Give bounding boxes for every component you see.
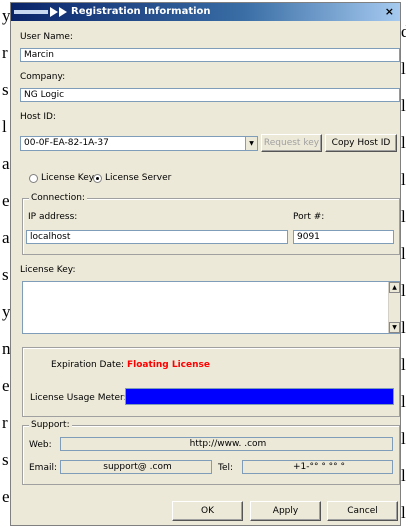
background-glyph: l xyxy=(401,355,406,374)
scroll-up-icon[interactable]: ▲ xyxy=(389,282,400,293)
background-glyph: l xyxy=(401,96,406,115)
close-icon[interactable]: × xyxy=(385,5,394,18)
tel-label: Tel: xyxy=(218,463,234,473)
background-glyph: l xyxy=(401,207,406,226)
user-name-label: User Name: xyxy=(20,32,73,42)
chevron-down-icon[interactable]: ▼ xyxy=(245,137,257,150)
ip-address-label: IP address: xyxy=(28,212,78,222)
support-group: Support: xyxy=(22,420,400,485)
email-field[interactable]: support@ .com xyxy=(60,460,212,474)
cancel-button[interactable]: Cancel xyxy=(327,501,398,521)
license-key-scrollbar[interactable]: ▲ ▼ xyxy=(388,282,400,333)
ip-address-field[interactable]: localhost xyxy=(26,230,288,244)
license-server-radio[interactable] xyxy=(93,174,102,183)
background-glyph: l xyxy=(401,133,406,152)
apply-button[interactable]: Apply xyxy=(250,501,321,521)
license-usage-meter-label: License Usage Meter: xyxy=(30,393,127,403)
background-glyph: l xyxy=(401,429,406,448)
host-id-label: Host ID: xyxy=(20,112,56,122)
email-label: Email: xyxy=(29,463,58,473)
background-glyph: l xyxy=(401,281,406,300)
company-label: Company: xyxy=(20,72,66,82)
host-id-select[interactable]: 00-0F-EA-82-1A-37 ▼ xyxy=(20,136,258,151)
background-glyph: a xyxy=(2,228,10,247)
license-key-label: License Key: xyxy=(20,265,76,275)
expiration-date-value: Floating License xyxy=(127,360,210,370)
company-field[interactable]: NG Logic xyxy=(20,88,400,102)
background-glyph: l xyxy=(401,503,406,522)
background-glyph: l xyxy=(401,170,406,189)
background-glyph: d xyxy=(401,22,406,41)
background-glyph: e xyxy=(2,376,10,395)
tel-field[interactable]: +1-°° ° °° ° xyxy=(242,460,393,474)
web-field[interactable]: http://www. .com xyxy=(60,437,393,451)
registration-dialog: Registration Information × User Name: Ma… xyxy=(10,2,401,526)
app-logo-icon xyxy=(14,7,67,17)
ok-button[interactable]: OK xyxy=(172,501,243,521)
window-title: Registration Information xyxy=(71,6,211,17)
background-glyph: r xyxy=(2,413,8,432)
web-label: Web: xyxy=(29,440,52,450)
title-bar[interactable]: Registration Information × xyxy=(11,3,400,21)
host-id-value: 00-0F-EA-82-1A-37 xyxy=(24,138,109,148)
background-glyph: s xyxy=(2,265,9,284)
license-key-textarea[interactable] xyxy=(22,281,400,334)
connection-group-title: Connection: xyxy=(29,193,87,203)
license-usage-meter xyxy=(125,388,394,405)
background-glyph: l xyxy=(401,59,406,78)
license-status-group xyxy=(22,347,400,417)
user-name-field[interactable]: Marcin xyxy=(20,48,400,62)
expiration-date-label: Expiration Date: xyxy=(51,360,125,370)
background-glyph: l xyxy=(401,244,406,263)
background-glyph: e xyxy=(2,191,10,210)
background-glyph: r xyxy=(2,43,8,62)
background-glyph: s xyxy=(2,80,9,99)
license-usage-meter-fill xyxy=(126,389,393,404)
connection-group: Connection: xyxy=(22,193,400,255)
background-glyph: s xyxy=(2,450,9,469)
license-key-radio[interactable] xyxy=(29,174,38,183)
background-document-right: dlllllllllllll xyxy=(401,0,406,528)
copy-host-id-button[interactable]: Copy Host ID xyxy=(325,134,397,152)
background-glyph: l xyxy=(401,392,406,411)
background-glyph: a xyxy=(2,154,10,173)
license-server-radio-label: License Server xyxy=(105,173,172,183)
port-label: Port #: xyxy=(293,212,325,222)
background-glyph: e xyxy=(2,487,10,506)
port-field[interactable]: 9091 xyxy=(293,230,394,244)
scroll-down-icon[interactable]: ▼ xyxy=(389,322,400,333)
background-glyph: l xyxy=(2,117,7,136)
background-glyph: l xyxy=(401,318,406,337)
license-key-radio-label: License Key xyxy=(41,173,95,183)
request-key-button[interactable]: Request key xyxy=(261,134,322,152)
support-group-title: Support: xyxy=(29,420,72,430)
background-glyph: l xyxy=(401,466,406,485)
